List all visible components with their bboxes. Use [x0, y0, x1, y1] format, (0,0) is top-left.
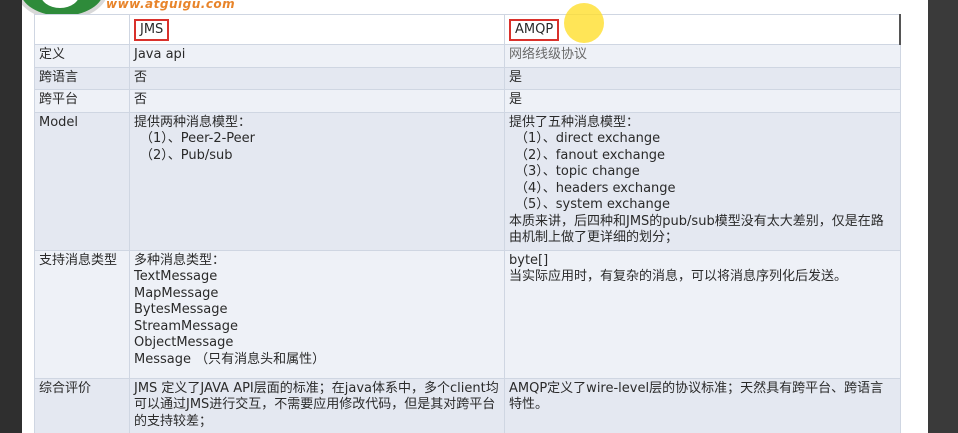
cell-text: ObjectMessage	[134, 335, 234, 350]
cell-text: Java api	[134, 47, 186, 62]
row-label: 支持消息类型	[34, 249, 130, 379]
cell-text: 网络线级协议	[509, 47, 588, 62]
amqp-cell: 提供了五种消息模型： （1）、direct exchange （2）、fanou…	[504, 111, 901, 251]
table-row: 支持消息类型 多种消息类型： TextMessage MapMessage By…	[34, 249, 901, 379]
jms-cell: 否	[129, 66, 505, 90]
cell-text: 提供两种消息模型：	[134, 114, 252, 130]
row-label: 定义	[34, 44, 130, 68]
cell-text: （2）、Pub/sub	[140, 147, 233, 163]
cell-text: JMS 定义了JAVA API层面的标准；在java体系中，多个client均可…	[134, 380, 499, 429]
cell-text: （2）、fanout exchange	[515, 147, 666, 163]
screen-edge	[928, 0, 958, 433]
cell-text: 否	[134, 92, 148, 107]
cell-text: BytesMessage	[134, 302, 228, 317]
table-row: 跨语言 否 是	[34, 66, 901, 90]
amqp-cell: byte[] 当实际应用时，有复杂的消息，可以将消息序列化后发送。	[504, 249, 901, 379]
cell-text: byte[]	[509, 252, 549, 268]
header-jms-cell: JMS	[129, 14, 505, 45]
cell-text: StreamMessage	[134, 318, 239, 334]
cell-text: 否	[134, 69, 148, 85]
cell-text: 是	[509, 92, 523, 107]
slide: www.atguigu.com JMS AMQP 定义 Java api 网络线…	[22, 0, 928, 433]
table-row: Model 提供两种消息模型： （1）、Peer-2-Peer （2）、Pub/…	[34, 111, 901, 251]
jms-header-label: JMS	[134, 19, 170, 41]
cell-text: 本质来讲，后四种和JMS的pub/sub模型没有太大差别，仅是在路由机制上做了更…	[509, 213, 884, 246]
jms-cell: JMS 定义了JAVA API层面的标准；在java体系中，多个client均可…	[129, 377, 505, 433]
cell-text: （1）、Peer-2-Peer	[140, 131, 256, 146]
row-label: 跨平台	[34, 89, 130, 113]
row-label: 跨语言	[34, 66, 130, 90]
row-label: 综合评价	[34, 377, 130, 433]
amqp-cell: AMQP定义了wire-level层的协议标准；天然具有跨平台、跨语言特性。	[504, 377, 901, 433]
cell-text: 提供了五种消息模型：	[509, 114, 640, 130]
cell-text: AMQP定义了wire-level层的协议标准；天然具有跨平台、跨语言特性。	[509, 380, 884, 413]
amqp-cell: 是	[504, 66, 901, 90]
jms-amqp-comparison-table: JMS AMQP 定义 Java api 网络线级协议 跨语言 否 是 跨平台 …	[34, 14, 901, 433]
cell-text: TextMessage	[134, 269, 218, 284]
jms-cell: Java api	[129, 44, 505, 68]
cell-text: （1）、direct exchange	[515, 131, 661, 146]
logo-url-text: www.atguigu.com	[106, 0, 236, 11]
table-row: 跨平台 否 是	[34, 89, 901, 113]
row-label: Model	[34, 111, 130, 251]
cell-text: （3）、topic change	[515, 164, 640, 179]
cell-text: （4）、headers exchange	[515, 180, 676, 196]
jms-cell: 多种消息类型： TextMessage MapMessage BytesMess…	[129, 249, 505, 379]
amqp-cell: 是	[504, 89, 901, 113]
cell-text: Message （只有消息头和属性）	[134, 351, 326, 367]
amqp-cell: 网络线级协议	[504, 44, 901, 68]
table-row: 综合评价 JMS 定义了JAVA API层面的标准；在java体系中，多个cli…	[34, 377, 901, 433]
jms-cell: 提供两种消息模型： （1）、Peer-2-Peer （2）、Pub/sub	[129, 111, 505, 251]
cell-text: 是	[509, 69, 523, 85]
amqp-header-label: AMQP	[509, 19, 560, 41]
cell-text: 当实际应用时，有复杂的消息，可以将消息序列化后发送。	[509, 269, 848, 284]
cell-text: MapMessage	[134, 285, 219, 301]
cell-text: （5）、system exchange	[515, 197, 670, 212]
cell-text: 多种消息类型：	[134, 252, 226, 268]
cursor-highlight	[564, 3, 604, 43]
table-row: 定义 Java api 网络线级协议	[34, 44, 901, 68]
jms-cell: 否	[129, 89, 505, 113]
table-header-row: JMS AMQP	[34, 14, 901, 45]
header-empty-cell	[34, 14, 130, 45]
